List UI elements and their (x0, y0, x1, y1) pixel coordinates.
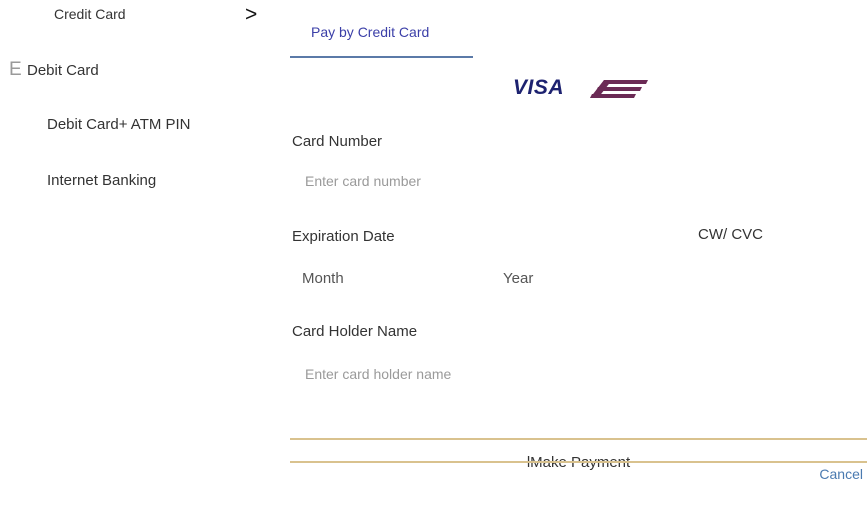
cancel-link[interactable]: Cancel (819, 466, 863, 482)
chevron-right-icon[interactable]: > (245, 3, 257, 27)
menu-item-debit-card-atm-pin[interactable]: Debit Card+ ATM PIN (47, 116, 191, 133)
card-number-label: Card Number (292, 133, 383, 150)
tab-label: Pay by Credit Card (311, 24, 430, 40)
expiry-month-select[interactable]: Month (302, 270, 344, 287)
make-payment-button[interactable]: lMake Payment (290, 441, 867, 471)
payment-page: Credit Card > E Debit Card Debit Card+ A… (0, 0, 867, 511)
divider (290, 438, 867, 440)
card-holder-name-input[interactable] (305, 364, 705, 384)
menu-item-credit-card[interactable]: Credit Card (54, 6, 126, 22)
tab-active-underline (290, 56, 473, 58)
debit-card-icon: E (9, 59, 22, 80)
tab-pay-by-credit-card[interactable]: Pay by Credit Card (290, 0, 473, 58)
expiration-date-label: Expiration Date (292, 228, 395, 245)
menu-item-debit-card[interactable]: Debit Card (27, 62, 99, 79)
expiry-year-select[interactable]: Year (503, 270, 533, 287)
card-holder-name-label: Card Holder Name (292, 323, 418, 340)
card-brand-stripes-icon (590, 80, 648, 98)
visa-logo: VISA (513, 76, 565, 99)
menu-item-internet-banking[interactable]: Internet Banking (47, 172, 156, 189)
divider (290, 461, 867, 463)
card-number-input[interactable] (305, 171, 705, 191)
cvv-label: CW/ CVC (698, 226, 763, 243)
